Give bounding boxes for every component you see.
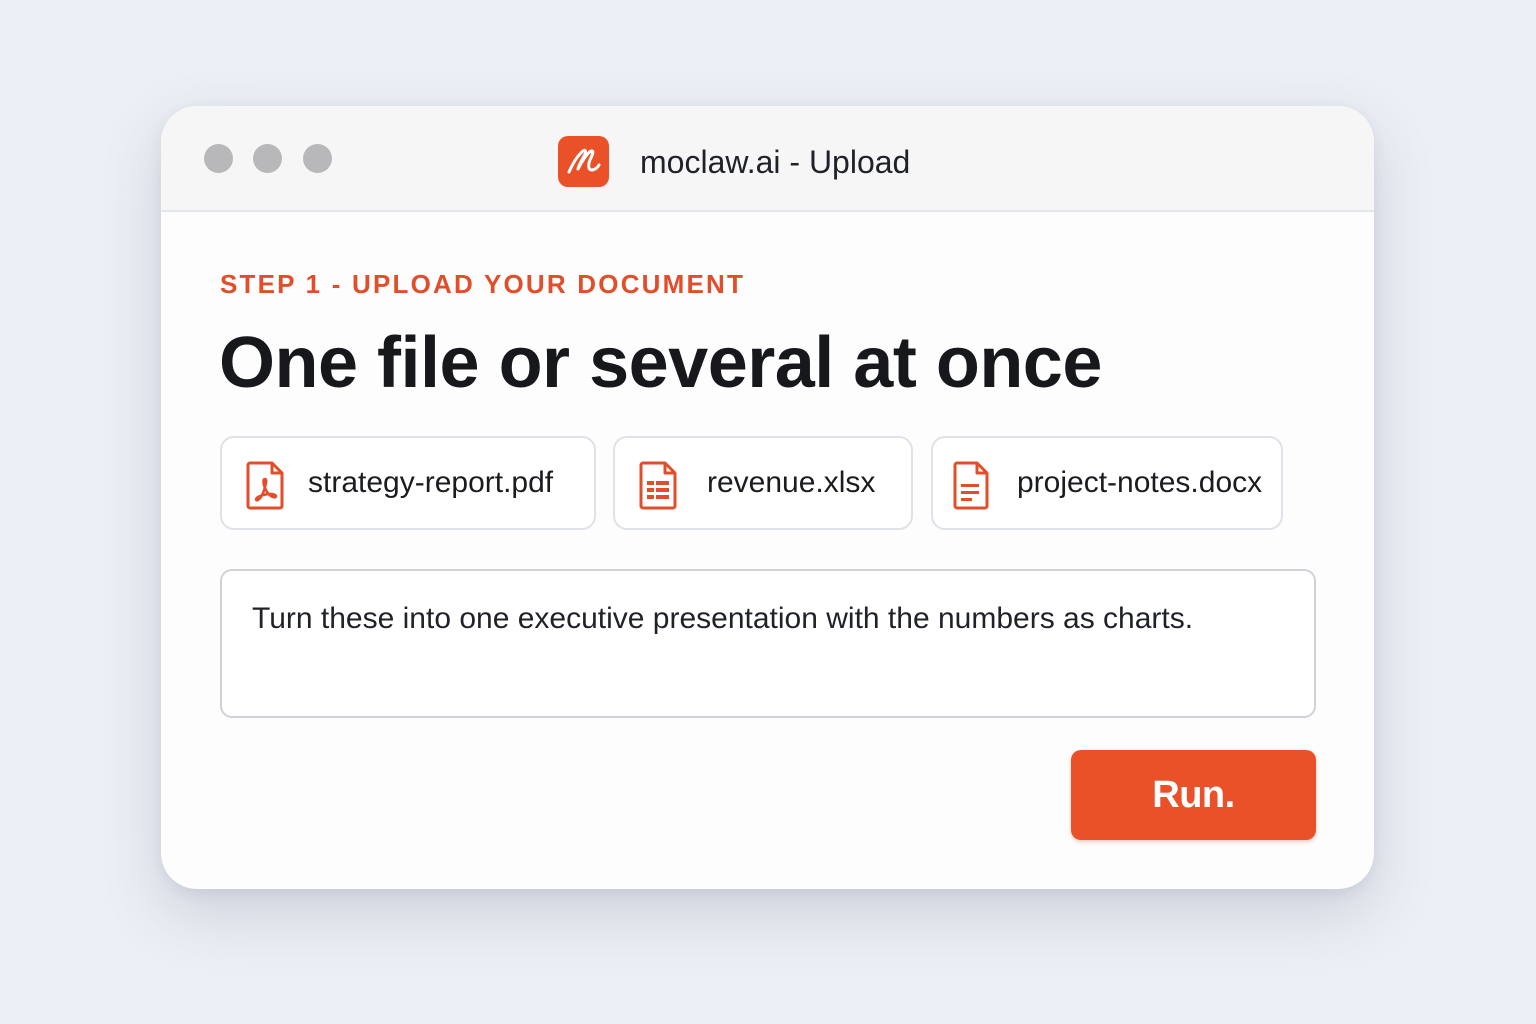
file-name: strategy-report.pdf [308,466,554,499]
spreadsheet-file-icon [637,460,681,510]
file-name: project-notes.docx [1017,466,1263,499]
file-name: revenue.xlsx [707,466,876,499]
document-file-icon [951,460,995,510]
page-headline: One file or several at once [219,323,1102,403]
pdf-file-icon [244,460,288,510]
file-chip-xlsx[interactable]: revenue.xlsx [613,436,913,530]
step-label: STEP 1 - UPLOAD YOUR DOCUMENT [220,269,746,299]
app-window: moclaw.ai - Upload STEP 1 - UPLOAD YOUR … [161,106,1374,889]
run-button[interactable]: Run. [1071,750,1316,840]
window-minimize-button[interactable] [253,144,282,173]
title-bar: moclaw.ai - Upload [161,106,1374,212]
prompt-input[interactable]: Turn these into one executive presentati… [220,569,1316,718]
window-close-button[interactable] [204,144,233,173]
file-chip-docx[interactable]: project-notes.docx [931,436,1283,530]
window-title: moclaw.ai - Upload [640,144,911,180]
window-maximize-button[interactable] [303,144,332,173]
prompt-text: Turn these into one executive presentati… [252,602,1194,635]
moclaw-logo-icon [558,136,609,187]
file-chip-pdf[interactable]: strategy-report.pdf [220,436,596,530]
